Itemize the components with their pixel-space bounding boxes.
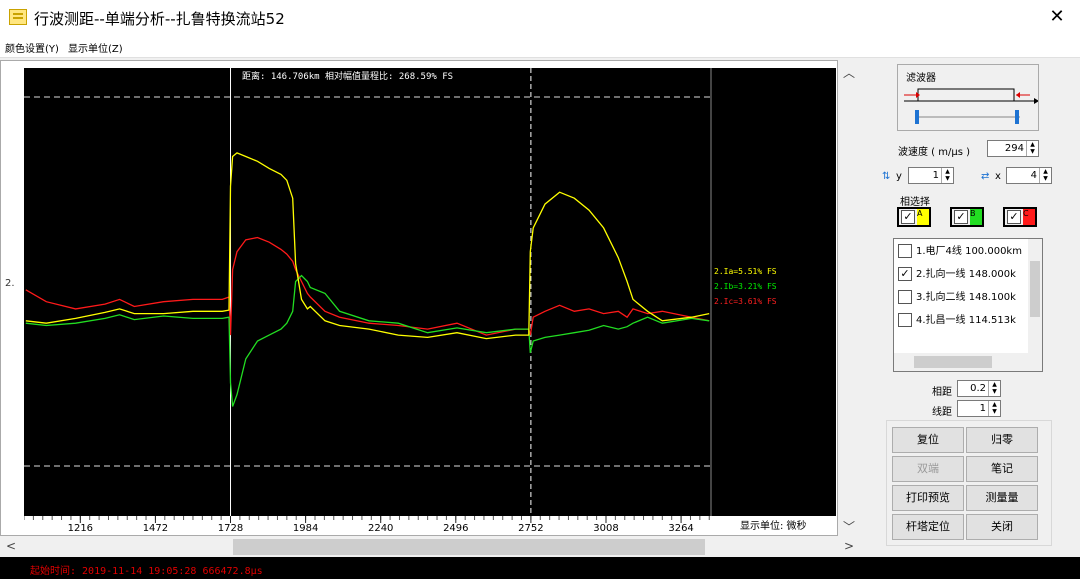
phase-a-swatch: A <box>917 209 929 225</box>
filter-left-handle[interactable] <box>915 110 919 124</box>
x-zoom-label: x <box>995 171 1001 182</box>
plot-background <box>24 68 711 516</box>
phase-b-swatch: B <box>970 209 982 225</box>
line-list-horizontal-scrollbar[interactable] <box>894 353 1042 371</box>
reset-button[interactable]: 复位 <box>892 427 964 453</box>
plot-header: 距离: 146.706km 相对幅值量程比: 268.59% FS <box>242 70 453 82</box>
x-tick-label: 3264 <box>668 523 693 532</box>
x-tick-label: 1728 <box>218 523 243 532</box>
filter-group: 滤波器 <box>897 64 1039 131</box>
phase-c-checkbox[interactable]: ✓ <box>1007 210 1021 224</box>
phase-c-toggle[interactable]: ✓ C <box>1003 207 1037 227</box>
line-list[interactable]: 1.电厂4线 100.000km ✓ 2.扎向一线 148.000k 3.扎向二线… <box>893 238 1043 372</box>
menu-color-settings[interactable]: 颜色设置(Y) <box>5 40 59 55</box>
menu-display-unit[interactable]: 显示单位(Z) <box>68 40 123 55</box>
line-4-checkbox[interactable] <box>898 313 912 327</box>
plot-horizontal-scrollbar[interactable]: < > <box>0 537 860 557</box>
scroll-down-icon[interactable]: ﹀ <box>838 518 860 535</box>
legend-entry: 2.Ib=3.21% FS <box>714 282 777 291</box>
title-bar: 行波测距--单端分析--扎鲁特换流站52 ✕ <box>0 0 1080 36</box>
legend-entry: 2.Ic=3.61% FS <box>714 297 777 306</box>
x-tick-label: 2752 <box>518 523 543 532</box>
double-end-button[interactable]: 双端 <box>892 456 964 482</box>
note-button[interactable]: 笔记 <box>966 456 1038 482</box>
plot-vertical-scrollbar[interactable]: ︿ ﹀ <box>838 60 860 536</box>
line-list-vertical-scrollbar[interactable] <box>1028 239 1042 353</box>
wave-speed-input[interactable]: 294 ▲ ▼ <box>987 140 1039 157</box>
line-gap-input[interactable]: 1 ▲ ▼ <box>957 400 1001 417</box>
line-list-vthumb[interactable] <box>1030 261 1040 317</box>
line-2-checkbox[interactable]: ✓ <box>898 267 912 281</box>
phase-c-swatch: C <box>1023 209 1035 225</box>
filter-diagram[interactable] <box>898 81 1038 131</box>
line-list-item[interactable]: 1.电厂4线 100.000km <box>898 242 1030 262</box>
wave-speed-label: 波速度 ( m/μs ) <box>898 147 971 158</box>
line-list-item[interactable]: 4.扎昌一线 114.513k <box>898 311 1030 331</box>
phase-gap-label: 相距 <box>932 387 952 398</box>
x-tick-label: 1216 <box>68 523 93 532</box>
print-preview-button[interactable]: 打印预览 <box>892 485 964 511</box>
x-tick-label: 1984 <box>293 523 318 532</box>
y-zoom-label: y <box>896 171 902 182</box>
close-button[interactable]: 关闭 <box>966 514 1038 540</box>
legend-entry: 2.Ia=5.51% FS <box>714 267 777 276</box>
zero-button[interactable]: 归零 <box>966 427 1038 453</box>
x-zoom-icon: ⇄ <box>981 171 990 182</box>
start-time-text: 起始时间: 2019-11-14 19:05:28 666472.8μs <box>30 566 263 577</box>
line-list-item[interactable]: 3.扎向二线 148.100k <box>898 288 1030 308</box>
tower-locate-button[interactable]: 杆塔定位 <box>892 514 964 540</box>
scroll-left-icon[interactable]: < <box>6 539 16 553</box>
line-1-checkbox[interactable] <box>898 244 912 258</box>
measure-button[interactable]: 测量量 <box>966 485 1038 511</box>
channel-index: 2. <box>5 278 15 289</box>
waveform-plot[interactable]: 距离: 146.706km 相对幅值量程比: 268.59% FS 2.Ia=5… <box>24 68 836 532</box>
x-tick-label: 2496 <box>443 523 468 532</box>
app-icon <box>9 9 27 25</box>
scroll-up-icon[interactable]: ︿ <box>838 64 860 81</box>
horizontal-scroll-thumb[interactable] <box>233 539 705 555</box>
phase-b-checkbox[interactable]: ✓ <box>954 210 968 224</box>
line-3-checkbox[interactable] <box>898 290 912 304</box>
line-gap-label: 线距 <box>932 407 952 418</box>
scroll-right-icon[interactable]: > <box>844 539 854 553</box>
y-zoom-icon: ⇅ <box>882 171 891 182</box>
x-tick-label: 1472 <box>143 523 168 532</box>
status-bar: 起始时间: 2019-11-14 19:05:28 666472.8μs <box>0 557 1080 579</box>
phase-select-title: 相选择 <box>900 197 930 208</box>
x-zoom-input[interactable]: 4 ▲ ▼ <box>1006 167 1052 184</box>
y-zoom-input[interactable]: 1 ▲ ▼ <box>908 167 954 184</box>
legend-background <box>711 68 836 516</box>
phase-a-toggle[interactable]: ✓ A <box>897 207 931 227</box>
phase-gap-input[interactable]: 0.2 ▲ ▼ <box>957 380 1001 397</box>
filter-right-handle[interactable] <box>1015 110 1019 124</box>
close-window-button[interactable]: ✕ <box>1034 0 1080 36</box>
phase-b-toggle[interactable]: ✓ B <box>950 207 984 227</box>
line-list-item[interactable]: ✓ 2.扎向一线 148.000k <box>898 265 1030 285</box>
line-list-hthumb[interactable] <box>914 356 992 368</box>
phase-a-checkbox[interactable]: ✓ <box>901 210 915 224</box>
x-tick-label: 3008 <box>593 523 618 532</box>
window-title: 行波测距--单端分析--扎鲁特换流站52 <box>34 10 285 28</box>
x-tick-label: 2240 <box>368 523 393 532</box>
display-unit-label: 显示单位: 微秒 <box>740 519 807 532</box>
menu-bar: 颜色设置(Y) 显示单位(Z) <box>0 36 1080 58</box>
